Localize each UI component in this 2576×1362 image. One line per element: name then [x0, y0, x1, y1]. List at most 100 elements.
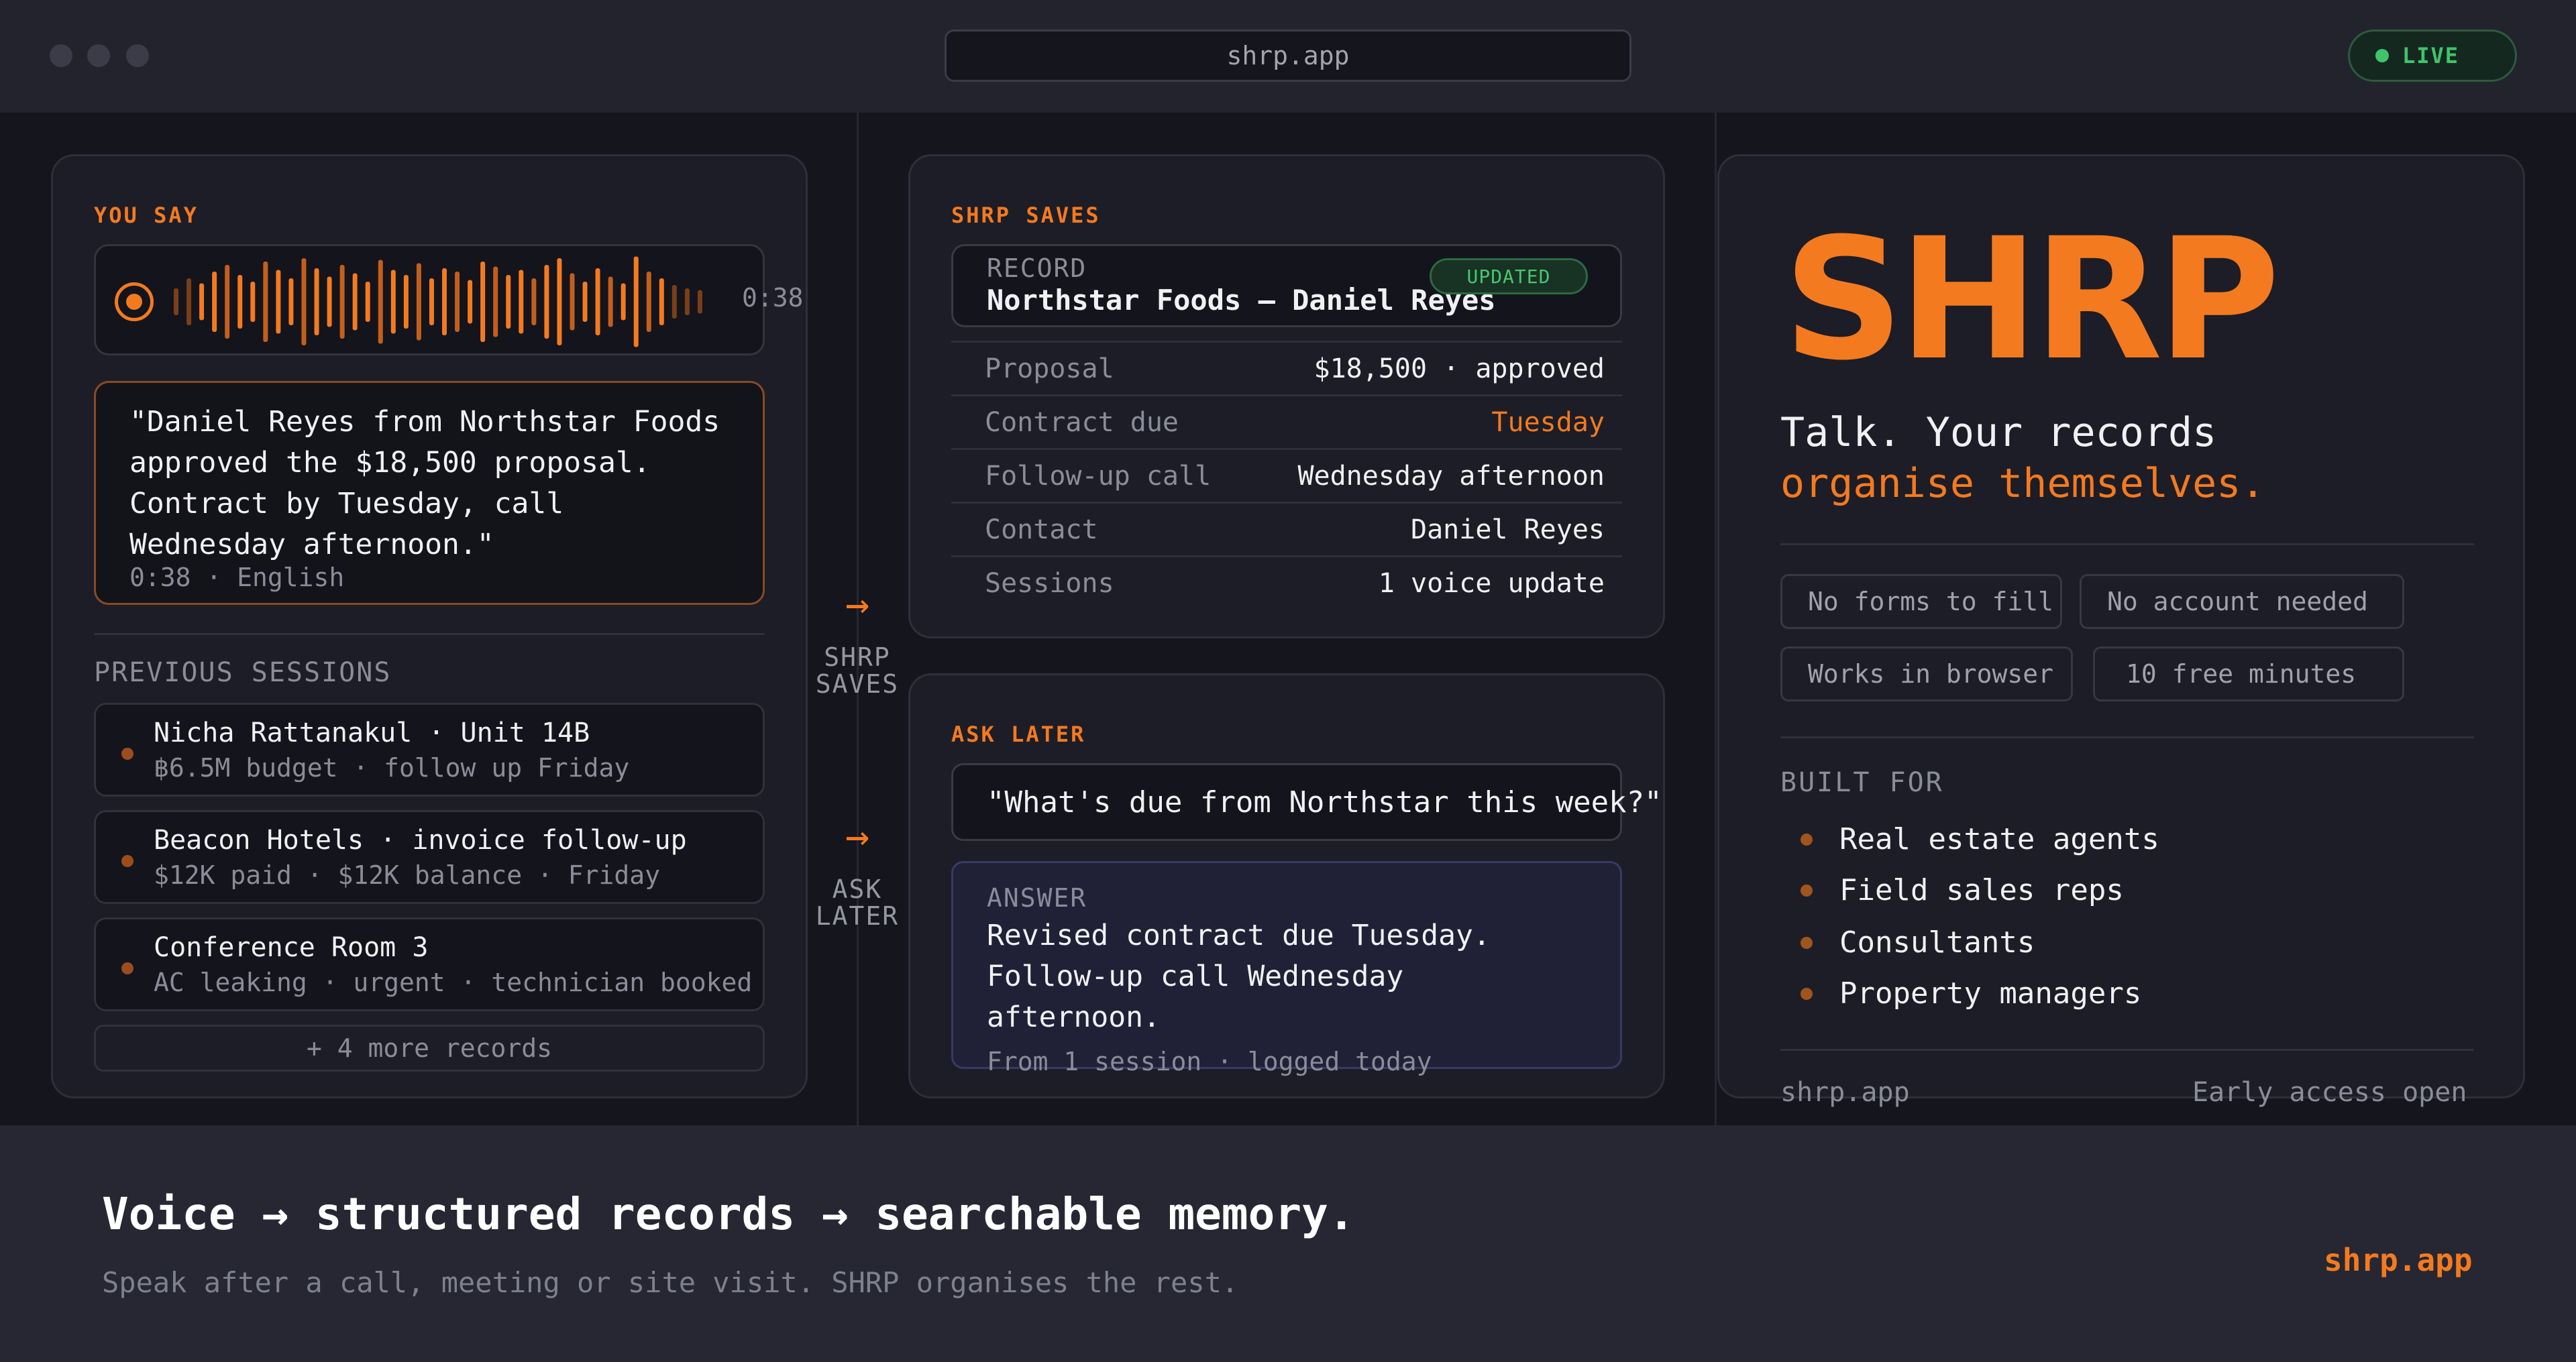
waveform-bar — [544, 265, 549, 339]
answer-line: Revised contract due Tuesday. — [987, 919, 1491, 952]
flow-ask-label: ASK LATER — [815, 874, 900, 931]
answer-label: ANSWER — [987, 883, 1087, 913]
waveform-bar — [352, 273, 358, 331]
session-dot-icon — [121, 855, 133, 867]
footer-subtext: Speak after a call, meeting or site visi… — [102, 1266, 1239, 1299]
record-field-row: Sessions 1 voice update — [951, 555, 1622, 609]
feature-chip: No forms to fill — [1780, 574, 2062, 629]
answer-box: ANSWER Revised contract due Tuesday. Fol… — [951, 861, 1622, 1076]
session-title: Nicha Rattanakul · Unit 14B — [154, 718, 590, 748]
footer-headline: Voice → structured records → searchable … — [102, 1188, 1355, 1240]
waveform-bar — [582, 282, 588, 322]
waveform-bar — [506, 275, 511, 329]
waveform-bar — [659, 278, 664, 325]
built-for-label: BUILT FOR — [1780, 767, 1944, 798]
waveform-bar — [339, 265, 345, 339]
waveform-bar — [608, 276, 613, 327]
waveform-bar — [288, 278, 294, 325]
waveform-bar — [225, 265, 230, 339]
waveform-bar — [493, 266, 498, 337]
audience-item: Real estate agents — [1801, 822, 2159, 856]
voice-recorder[interactable] — [94, 244, 765, 355]
audience-item: Field sales reps — [1801, 873, 2124, 907]
waveform-bar — [468, 280, 473, 324]
session-detail: $12K paid · $12K balance · Friday — [154, 860, 660, 890]
recording-duration: 0:38 — [742, 283, 804, 313]
live-label: LIVE — [2402, 43, 2460, 68]
session-detail: AC leaking · urgent · technician booked — [154, 968, 753, 997]
waveform-bar — [186, 278, 192, 325]
divider — [1780, 543, 2474, 545]
waveform-bar — [378, 260, 383, 344]
divider — [1780, 736, 2474, 738]
session-item[interactable]: Conference Room 3 AC leaking · urgent · … — [94, 917, 765, 1011]
audience-item: Consultants — [1801, 925, 2035, 960]
waveform-bar — [455, 272, 460, 332]
question-input[interactable]: "What's due from Northstar this week?" — [951, 763, 1662, 841]
waveform-bar — [237, 275, 243, 329]
waveform-bar — [697, 290, 702, 314]
address-bar[interactable]: shrp.app — [945, 30, 1631, 82]
waveform-bar — [416, 263, 421, 341]
transcript-meta: 0:38 · English — [129, 563, 345, 592]
waveform-bar — [480, 262, 486, 342]
waveform-bar — [531, 278, 537, 325]
session-item[interactable]: Beacon Hotels · invoice follow-up $12K p… — [94, 810, 765, 904]
feature-chip: No account needed — [2080, 574, 2404, 629]
record-field-row: Contract due Tuesday — [951, 394, 1622, 448]
record-header[interactable]: RECORD Northstar Foods — Daniel Reyes UP… — [951, 244, 1622, 327]
record-field-row: Contact Daniel Reyes — [951, 502, 1622, 555]
waveform-bar — [429, 278, 434, 325]
footer-link[interactable]: shrp.app — [2324, 1242, 2473, 1278]
session-item[interactable]: Nicha Rattanakul · Unit 14B ฿6.5M budget… — [94, 703, 765, 797]
transcript-box: "Daniel Reyes from Northstar Foods appro… — [94, 381, 765, 605]
transcript-text: "Daniel Reyes from Northstar Foods appro… — [129, 405, 720, 561]
waveform-bar — [519, 270, 524, 334]
waveform-bar — [276, 270, 281, 334]
waveform-bar — [595, 268, 600, 335]
waveform-bar — [263, 262, 268, 342]
waveform-bar — [570, 273, 575, 331]
waveform-bar — [301, 258, 307, 345]
brand-logo: SHRP — [1783, 202, 2280, 397]
waveform-bar — [646, 272, 651, 332]
waveform-bar — [212, 272, 217, 332]
flow-saves-label: SHRP SAVES — [815, 642, 900, 699]
divider — [1780, 1049, 2474, 1051]
record-icon[interactable] — [115, 282, 154, 321]
waveform-bar — [199, 283, 205, 321]
window-minimize-dot[interactable] — [87, 44, 110, 67]
waveform-bar — [314, 268, 319, 335]
tagline-accent: organise themselves. — [1780, 460, 2265, 507]
session-detail: ฿6.5M budget · follow up Friday — [154, 753, 630, 783]
waveform-bar — [403, 275, 409, 329]
waveform-bar — [390, 270, 396, 334]
answer-line: Follow-up call Wednesday afternoon. — [987, 960, 1404, 1034]
session-dot-icon — [121, 748, 133, 760]
window-maximize-dot[interactable] — [126, 44, 149, 67]
ask-later-label: ASK LATER — [951, 722, 1086, 747]
waveform-bar — [684, 288, 690, 315]
waveform — [174, 256, 702, 347]
waveform-bar — [621, 283, 626, 321]
updated-badge: UPDATED — [1430, 258, 1588, 294]
brand-url[interactable]: shrp.app — [1780, 1077, 1910, 1108]
arrow-right-icon: → — [845, 813, 870, 860]
live-badge: LIVE — [2348, 30, 2517, 82]
previous-sessions-label: PREVIOUS SESSIONS — [94, 657, 392, 688]
divider — [94, 633, 765, 635]
record-field-row: Follow-up call Wednesday afternoon — [951, 448, 1622, 502]
tagline: Talk. Your records — [1780, 409, 2217, 456]
more-records-button[interactable]: + 4 more records — [94, 1025, 765, 1072]
arrow-right-icon: → — [845, 581, 870, 628]
feature-chip: 10 free minutes — [2093, 646, 2404, 701]
waveform-bar — [442, 268, 447, 335]
record-field-row: Proposal $18,500 · approved — [951, 341, 1622, 394]
live-dot-icon — [2375, 49, 2389, 62]
session-title: Conference Room 3 — [154, 932, 429, 963]
waveform-bar — [365, 282, 370, 322]
feature-chip: Works in browser — [1780, 646, 2073, 701]
session-title: Beacon Hotels · invoice follow-up — [154, 825, 687, 856]
early-access-note: Early access open — [2192, 1077, 2467, 1108]
window-close-dot[interactable] — [50, 44, 72, 67]
